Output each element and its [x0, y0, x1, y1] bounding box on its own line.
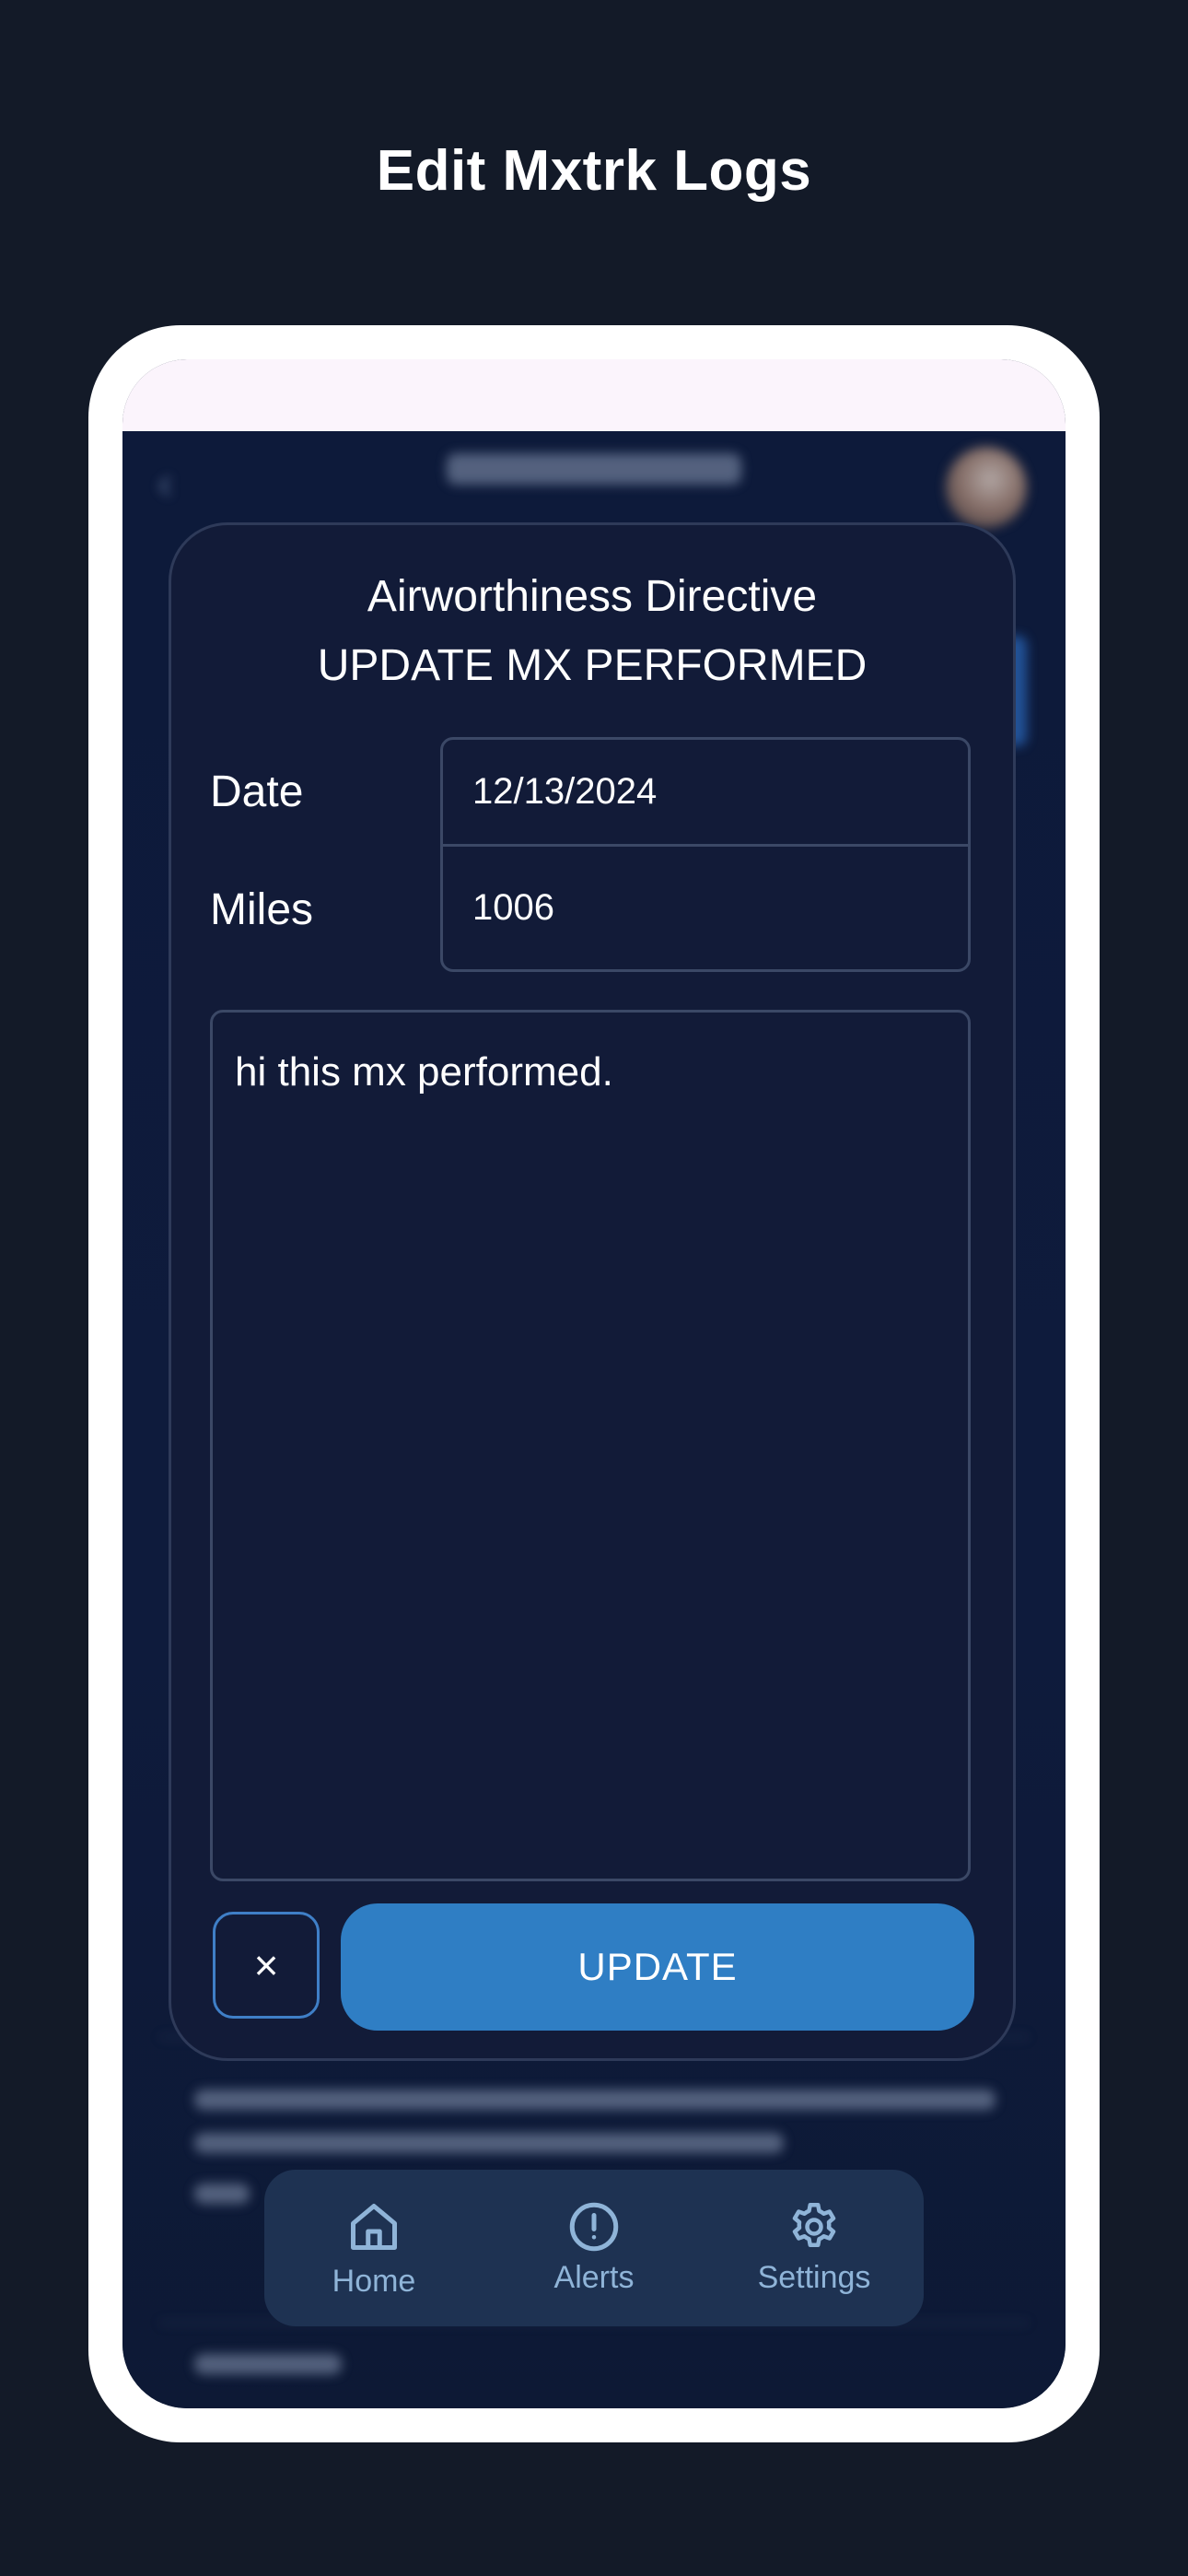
nav-item-settings[interactable]: Settings	[705, 2170, 924, 2326]
nav-label-alerts: Alerts	[553, 2260, 635, 2295]
phone-screen: ‹ Airworthiness Directive UPDATE MX PERF…	[122, 359, 1066, 2408]
home-icon	[351, 2204, 397, 2250]
avatar	[946, 447, 1027, 528]
phone-frame: ‹ Airworthiness Directive UPDATE MX PERF…	[88, 325, 1100, 2442]
notes-textarea[interactable]: hi this mx performed.	[210, 1010, 971, 1881]
gear-icon	[792, 2203, 836, 2247]
blurred-header-title	[447, 453, 741, 485]
blurred-text-line	[194, 2133, 784, 2153]
back-chevron-icon: ‹	[157, 457, 173, 509]
close-icon: ×	[253, 1941, 279, 1989]
blurred-text-line	[194, 2184, 250, 2204]
nav-item-home[interactable]: Home	[264, 2170, 483, 2326]
close-button[interactable]: ×	[213, 1912, 320, 2019]
nav-label-settings: Settings	[757, 2260, 871, 2295]
dialog-title: Airworthiness Directive UPDATE MX PERFOR…	[171, 562, 1013, 700]
nav-item-alerts[interactable]: Alerts	[484, 2170, 704, 2326]
fields-box	[440, 737, 971, 972]
date-label: Date	[210, 767, 304, 816]
dialog-title-line2: UPDATE MX PERFORMED	[317, 641, 868, 690]
bottom-nav: Home Alerts Settings	[264, 2170, 924, 2326]
status-bar	[122, 359, 1066, 431]
date-field[interactable]	[443, 740, 968, 844]
alert-icon	[569, 2202, 619, 2252]
nav-label-home: Home	[332, 2264, 416, 2299]
update-button[interactable]: UPDATE	[341, 1903, 974, 2031]
blurred-text-line	[194, 2354, 342, 2374]
dialog-title-line1: Airworthiness Directive	[367, 572, 818, 621]
miles-field[interactable]	[443, 847, 968, 969]
page-title: Edit Mxtrk Logs	[376, 139, 812, 203]
blurred-text-line	[194, 2090, 996, 2110]
miles-label: Miles	[210, 885, 314, 934]
update-mx-dialog: Airworthiness Directive UPDATE MX PERFOR…	[169, 522, 1016, 2061]
